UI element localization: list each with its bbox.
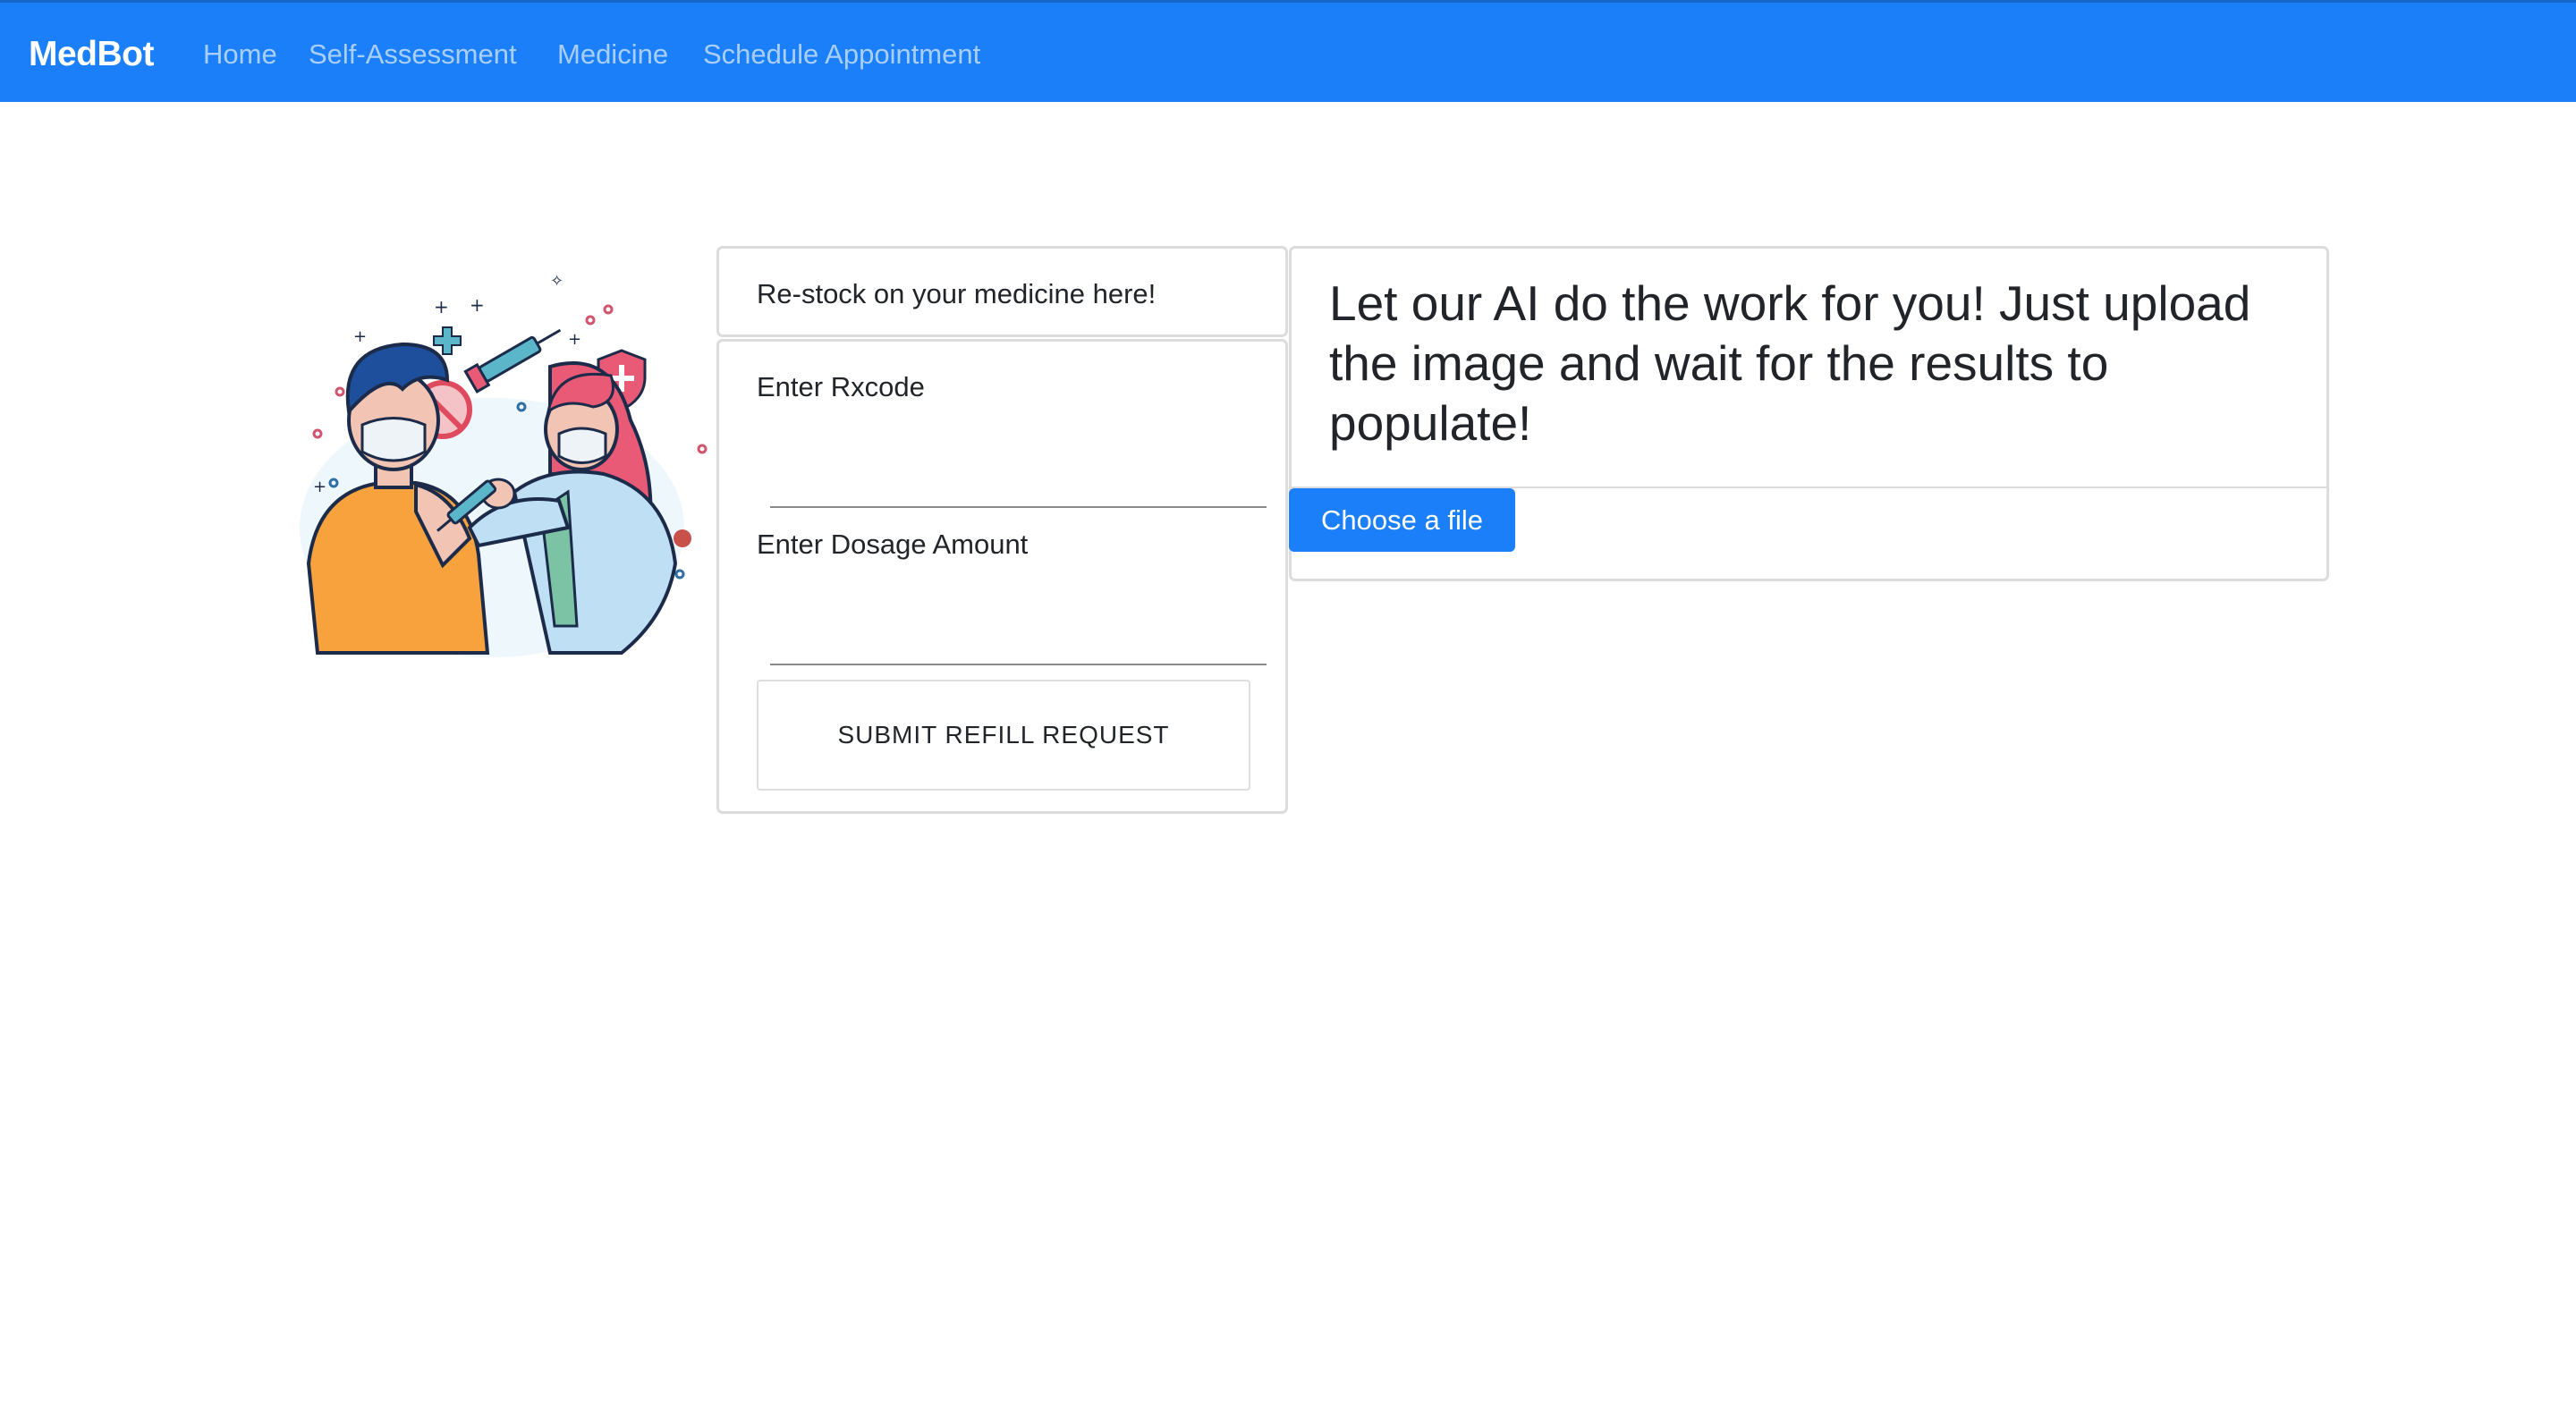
svg-text:+: + bbox=[568, 330, 581, 349]
brand-logo[interactable]: MedBot bbox=[29, 33, 154, 76]
rxcode-input[interactable] bbox=[770, 472, 1267, 508]
submit-refill-button[interactable]: SUBMIT REFILL REQUEST bbox=[757, 680, 1250, 791]
nav-link-self-assessment[interactable]: Self-Assessment bbox=[309, 37, 517, 72]
ai-card-header: Let our AI do the work for you! Just upl… bbox=[1292, 249, 2326, 488]
refill-header-card: Re-stock on your medicine here! bbox=[716, 246, 1288, 337]
rxcode-label: Enter Rxcode bbox=[757, 371, 925, 402]
svg-text:+: + bbox=[470, 294, 485, 316]
ai-upload-card: Let our AI do the work for you! Just upl… bbox=[1289, 246, 2329, 581]
refill-form-card: Enter Rxcode Enter Dosage Amount SUBMIT … bbox=[716, 339, 1288, 814]
dosage-input[interactable] bbox=[770, 630, 1267, 665]
choose-file-button[interactable]: Choose a file bbox=[1289, 488, 1515, 552]
nav-link-home[interactable]: Home bbox=[203, 37, 277, 72]
nav-link-schedule-appointment[interactable]: Schedule Appointment bbox=[703, 37, 980, 72]
nav-link-medicine[interactable]: Medicine bbox=[557, 37, 668, 72]
refill-header-title: Re-stock on your medicine here! bbox=[757, 278, 1157, 309]
svg-text:+: + bbox=[353, 327, 367, 346]
ai-card-description: Let our AI do the work for you! Just upl… bbox=[1329, 275, 2251, 451]
svg-text:+: + bbox=[313, 478, 326, 496]
vaccination-illustration-icon: + + + + + + ✧ bbox=[300, 259, 711, 671]
svg-text:✧: ✧ bbox=[550, 272, 564, 291]
dosage-label: Enter Dosage Amount bbox=[757, 529, 1029, 560]
svg-text:+: + bbox=[434, 296, 449, 317]
top-navbar: MedBot Home Self-Assessment Medicine Sch… bbox=[0, 0, 2576, 102]
